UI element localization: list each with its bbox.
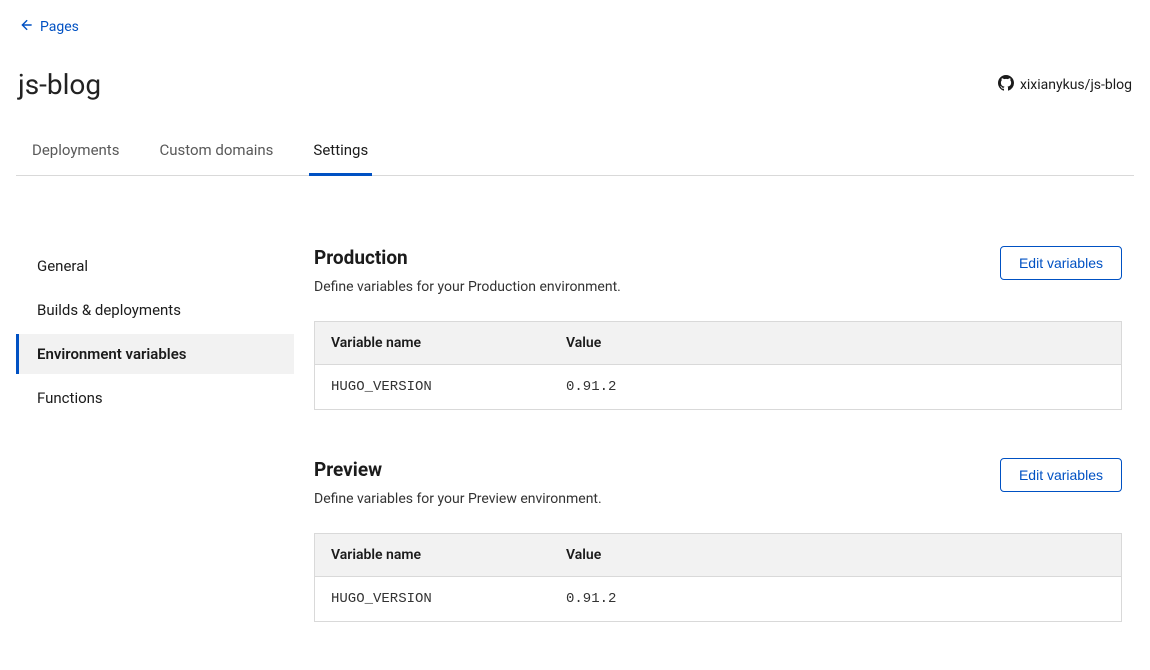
sidebar-item-label: Builds & deployments bbox=[37, 301, 181, 319]
column-header-value: Value bbox=[550, 534, 1121, 576]
production-title: Production bbox=[314, 246, 621, 269]
edit-variables-button[interactable]: Edit variables bbox=[1000, 246, 1122, 280]
table-row: HUGO_VERSION 0.91.2 bbox=[315, 365, 1121, 409]
sidebar-item-label: General bbox=[37, 257, 88, 275]
back-link[interactable]: Pages bbox=[18, 18, 79, 36]
repo-link[interactable]: xixianykus/js-blog bbox=[998, 75, 1132, 95]
sidebar-item-general[interactable]: General bbox=[16, 246, 294, 286]
column-header-value: Value bbox=[550, 322, 1121, 364]
preview-title: Preview bbox=[314, 458, 602, 481]
repo-label: xixianykus/js-blog bbox=[1020, 77, 1132, 93]
production-section: Production Define variables for your Pro… bbox=[314, 246, 1122, 410]
preview-description: Define variables for your Preview enviro… bbox=[314, 491, 602, 507]
edit-variables-button[interactable]: Edit variables bbox=[1000, 458, 1122, 492]
tabs: Deployments Custom domains Settings bbox=[16, 141, 1134, 176]
production-description: Define variables for your Production env… bbox=[314, 279, 621, 295]
variable-name: HUGO_VERSION bbox=[315, 365, 550, 409]
preview-section: Preview Define variables for your Previe… bbox=[314, 458, 1122, 622]
github-icon bbox=[998, 75, 1014, 95]
tab-settings[interactable]: Settings bbox=[309, 141, 372, 176]
production-variables-table: Variable name Value HUGO_VERSION 0.91.2 bbox=[314, 321, 1122, 410]
column-header-name: Variable name bbox=[315, 534, 550, 576]
sidebar-item-builds-deployments[interactable]: Builds & deployments bbox=[16, 290, 294, 330]
tab-custom-domains[interactable]: Custom domains bbox=[155, 141, 277, 176]
page-title: js-blog bbox=[18, 68, 101, 101]
variable-value: 0.91.2 bbox=[550, 577, 1121, 621]
sidebar-item-label: Environment variables bbox=[37, 345, 187, 363]
variable-name: HUGO_VERSION bbox=[315, 577, 550, 621]
tab-deployments[interactable]: Deployments bbox=[28, 141, 123, 176]
table-row: HUGO_VERSION 0.91.2 bbox=[315, 577, 1121, 621]
main-content: Production Define variables for your Pro… bbox=[314, 246, 1134, 670]
sidebar-item-label: Functions bbox=[37, 389, 103, 407]
preview-variables-table: Variable name Value HUGO_VERSION 0.91.2 bbox=[314, 533, 1122, 622]
back-link-label: Pages bbox=[40, 19, 79, 35]
variable-value: 0.91.2 bbox=[550, 365, 1121, 409]
settings-sidebar: General Builds & deployments Environment… bbox=[16, 246, 294, 670]
sidebar-item-functions[interactable]: Functions bbox=[16, 378, 294, 418]
sidebar-item-environment-variables[interactable]: Environment variables bbox=[16, 334, 294, 374]
arrow-left-icon bbox=[18, 18, 32, 36]
column-header-name: Variable name bbox=[315, 322, 550, 364]
